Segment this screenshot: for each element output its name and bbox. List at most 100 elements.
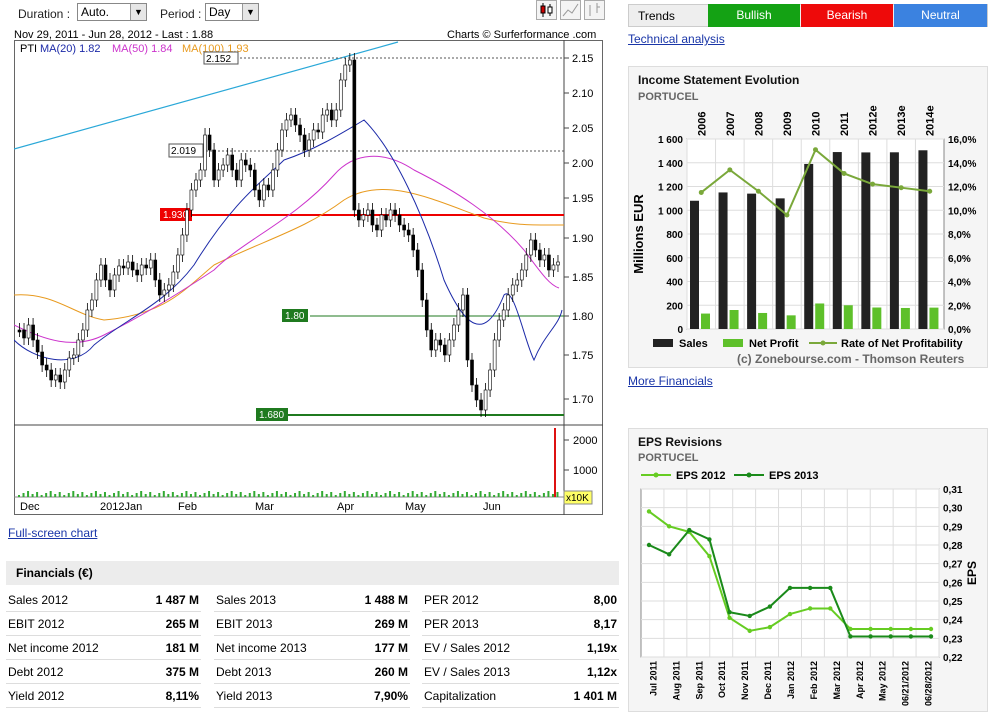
candle-body [280, 129, 284, 151]
financials-cell-value: 1 487 M [155, 593, 199, 607]
volume-bar [502, 491, 505, 497]
financials-cell-value: 1,19x [586, 641, 617, 655]
volume-bar [217, 492, 220, 497]
volume-bar [162, 491, 165, 497]
volume-bar [221, 495, 224, 497]
technical-analysis-link[interactable]: Technical analysis [628, 32, 725, 46]
candle-body [343, 64, 348, 81]
candle-body [334, 109, 339, 121]
financials-cell-label: EBIT 2012 [8, 617, 65, 631]
sales-bar [690, 200, 699, 329]
eps-category: Feb 2012 [809, 661, 819, 700]
eps2013-point [888, 634, 893, 639]
candle-body [99, 264, 103, 281]
eps2012-point [707, 554, 712, 559]
volume-bar [85, 495, 88, 497]
candle-body [85, 309, 90, 331]
financials-cell-label: Sales 2012 [8, 593, 69, 607]
eps-title: EPS Revisions [638, 435, 723, 449]
candle-body [388, 209, 393, 221]
candle-body [53, 374, 58, 381]
financials-cell-label: Sales 2013 [216, 593, 277, 607]
volume-bar [54, 494, 57, 497]
financials-cell: Net income 2012 181 M [6, 637, 201, 660]
more-financials-link[interactable]: More Financials [628, 374, 713, 388]
candle-body [167, 284, 171, 291]
bar-chart-button[interactable] [584, 0, 605, 20]
income-ytick: 1 200 [658, 183, 683, 194]
volume-bar [515, 495, 518, 497]
eps2013-point [787, 585, 793, 591]
sales-bar [747, 193, 757, 329]
volume-bar [479, 491, 482, 497]
ma20-line [14, 119, 563, 362]
volume-bar [167, 494, 170, 497]
candle-body [67, 357, 72, 371]
eps2012-point [747, 628, 752, 634]
fullscreen-chart-link[interactable]: Full-screen chart [8, 526, 97, 540]
volume-bar [289, 495, 292, 497]
candlestick-chart-button[interactable] [536, 0, 557, 20]
income-category: 2006 [696, 112, 708, 136]
candle-body [71, 354, 76, 359]
financials-title: Financials (€) [16, 566, 93, 580]
candle-body [230, 154, 234, 171]
volume-unit: x10K [566, 493, 589, 504]
volume-bar [407, 493, 410, 497]
volume-bar [465, 492, 468, 497]
profitability-point [698, 189, 704, 195]
candle-body [234, 169, 239, 181]
volume-bar [384, 493, 387, 497]
candle-body [415, 249, 420, 271]
legend-rate: Rate of Net Profitability [841, 338, 964, 350]
sales-bar [918, 150, 928, 329]
candle-body [153, 259, 158, 281]
income-statement-panel: Income Statement Evolution PORTUCEL 1 60… [628, 66, 988, 368]
candle-body [361, 214, 366, 221]
eps2013-point [868, 634, 873, 639]
financials-cell: Debt 2012 375 M [6, 661, 201, 684]
stock-chart[interactable]: PTI MA(20) 1.82 MA(50) 1.84 MA(100) 1.93… [14, 40, 603, 515]
trend-bearish[interactable]: Bearish [801, 4, 893, 27]
candle-body [171, 271, 176, 286]
candle-body [22, 329, 26, 339]
volume-bar [520, 493, 523, 497]
income-ytick: 200 [666, 301, 683, 312]
legend-eps2013: EPS 2013 [769, 470, 819, 482]
income-ytick: 0 [677, 325, 683, 336]
candle-body [411, 234, 415, 251]
volume-bar [506, 494, 509, 497]
candle-body [203, 134, 207, 171]
duration-select[interactable]: Auto. ▼ [77, 3, 147, 21]
candle-body [284, 119, 289, 131]
income-ytick: 600 [666, 254, 683, 265]
month-label: Jun [483, 501, 501, 513]
financials-cell-value: 177 M [374, 641, 408, 655]
candle-body [524, 254, 529, 271]
period-select[interactable]: Day ▼ [205, 3, 259, 21]
trend-bullish[interactable]: Bullish [708, 4, 800, 27]
candle-body [194, 179, 198, 191]
candle-body [375, 224, 379, 231]
financials-cell-value: 8,11% [165, 689, 199, 703]
profitability-point [870, 181, 876, 187]
trend-neutral[interactable]: Neutral [894, 4, 987, 27]
candle-body [542, 254, 547, 261]
price-tick-label: 1.75 [572, 350, 593, 362]
volume-bar [58, 492, 61, 497]
net-profit-bar [929, 307, 939, 329]
eps2013-point [848, 634, 853, 639]
candle-body [103, 264, 108, 281]
income-y2tick: 16,0% [948, 135, 976, 146]
line-chart-button[interactable] [560, 0, 581, 20]
level-2019-label: 2.019 [171, 146, 196, 157]
net-profit-bar [729, 310, 739, 329]
legend-rate-dot [820, 340, 826, 346]
eps-ytick: 0,31 [943, 485, 963, 496]
candle-body [198, 169, 203, 181]
eps2013-point [666, 552, 672, 557]
price-tick-label: 2.10 [572, 88, 593, 100]
candle-body [81, 329, 85, 341]
profitability-point [841, 170, 847, 176]
volume-bar [117, 491, 120, 497]
